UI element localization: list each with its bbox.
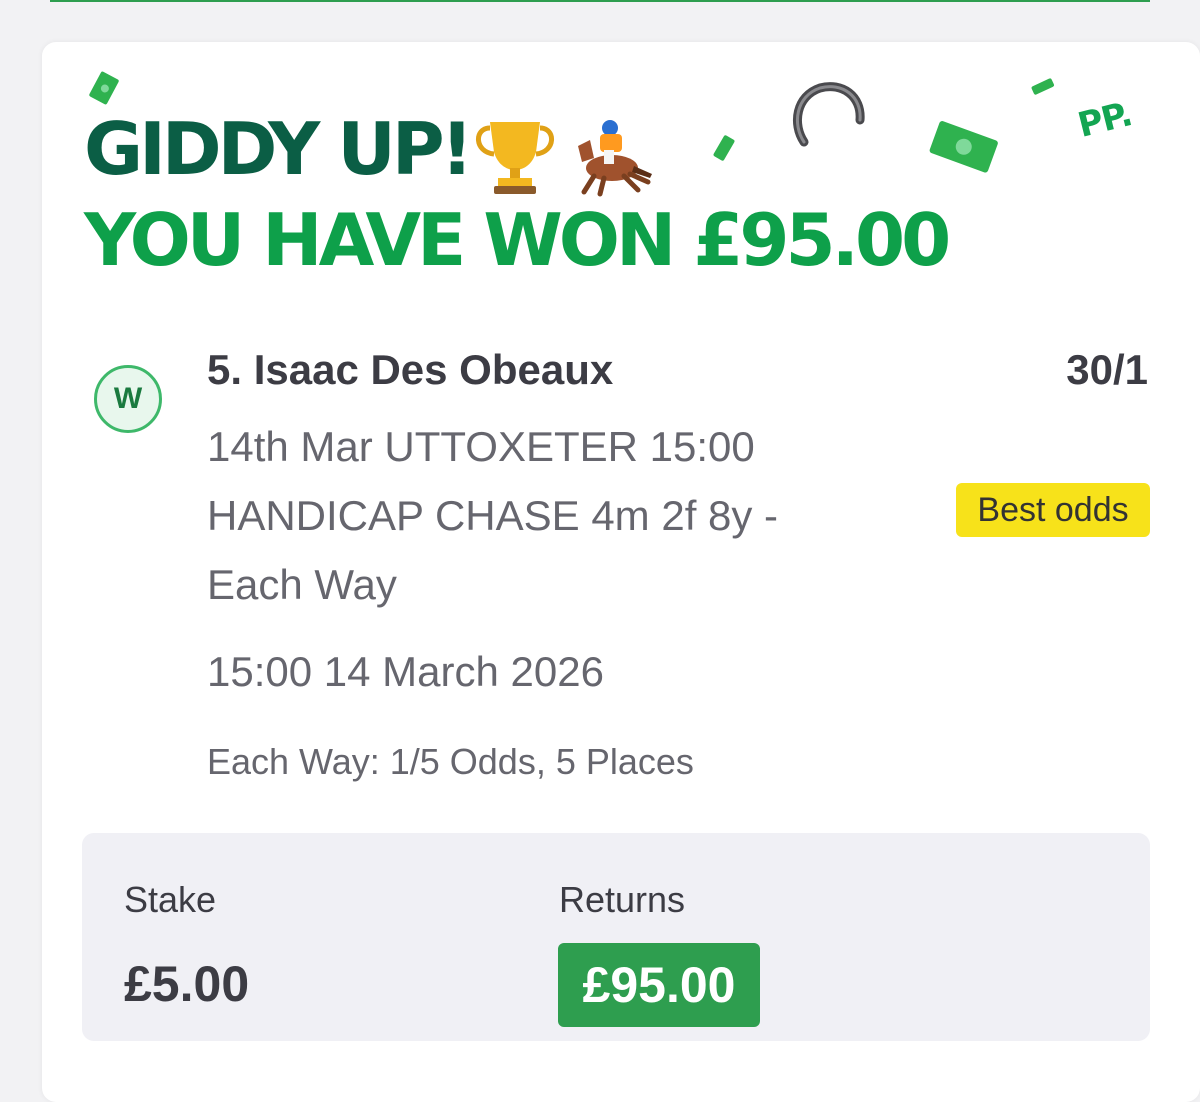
top-divider <box>50 0 1150 2</box>
each-way-terms: Each Way: 1/5 Odds, 5 Places <box>207 741 694 782</box>
trophy-icon <box>476 122 554 194</box>
stake-label: Stake <box>124 879 217 920</box>
best-odds-badge: Best odds <box>956 483 1150 537</box>
odds-value: 30/1 <box>1066 346 1148 393</box>
market-description: 14th Mar UTTOXETER 15:00 HANDICAP CHASE … <box>207 423 779 608</box>
headline-win-amount: YOU HAVE WON £95.00 <box>84 198 951 282</box>
money-icon <box>89 71 119 105</box>
returns-label: Returns <box>559 879 686 920</box>
money-icon <box>929 121 998 173</box>
returns-value: £95.00 <box>558 943 760 1027</box>
win-result-badge: W <box>94 365 162 433</box>
money-icon <box>1031 78 1055 95</box>
horseshoe-icon <box>792 82 865 147</box>
event-datetime: 15:00 14 March 2026 <box>207 648 604 695</box>
stake-value: £5.00 <box>124 956 250 1012</box>
selection-name: 5. Isaac Des Obeaux <box>207 346 614 393</box>
headline-giddy-up: GIDDY UP! <box>84 107 473 191</box>
horse-racing-icon <box>578 120 652 197</box>
money-icon <box>713 135 735 161</box>
